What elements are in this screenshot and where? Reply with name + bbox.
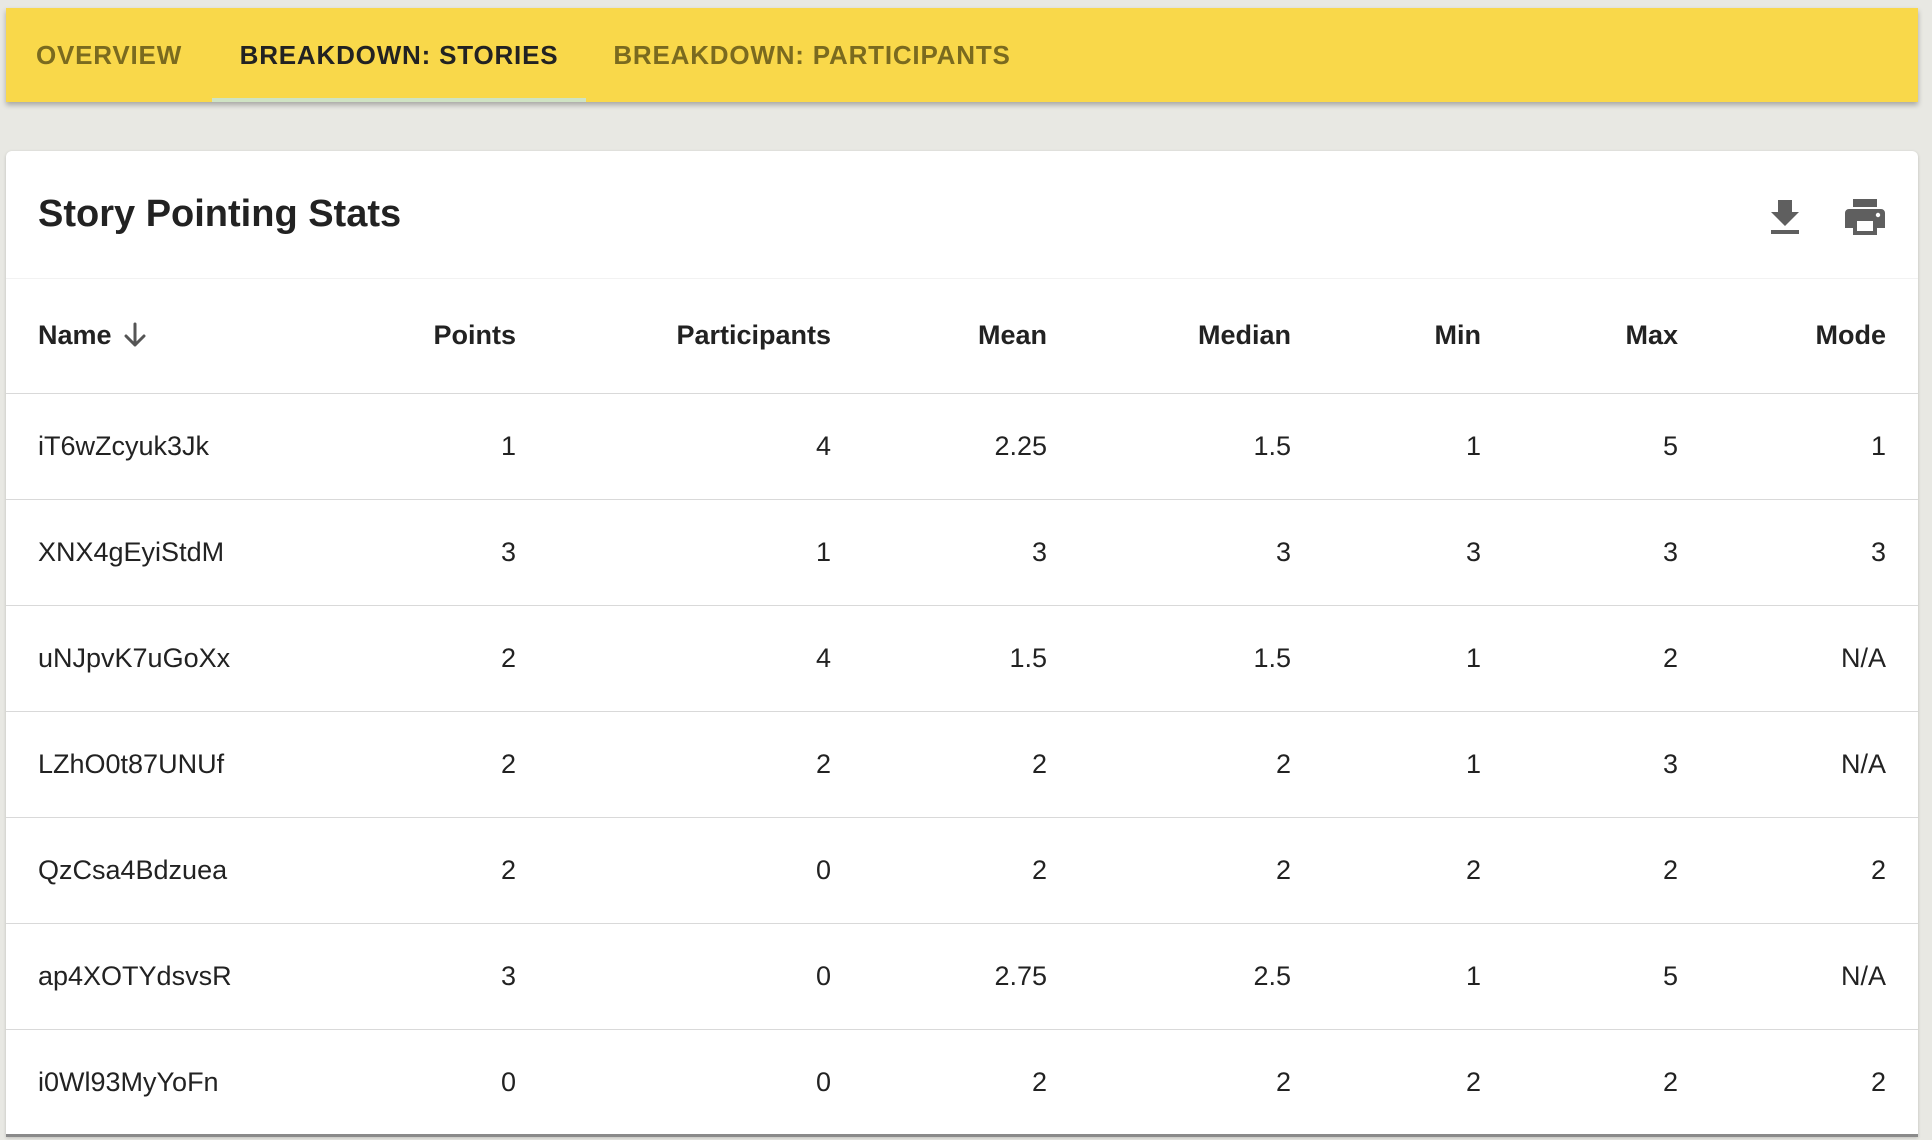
cell-max: 2: [1481, 817, 1678, 924]
cell-name: i0Wl93MyYoFn: [38, 1066, 219, 1097]
cell-points: 2: [266, 605, 516, 712]
cell-mean: 2: [831, 711, 1047, 818]
cell-mode: 3: [1678, 499, 1918, 606]
cell-points: 2: [266, 817, 516, 924]
cell-max: 5: [1481, 923, 1678, 1030]
cell-points: 2: [266, 711, 516, 818]
card-header: Story Pointing Stats: [6, 151, 1918, 279]
cell-max: 2: [1481, 605, 1678, 712]
cell-mean: 3: [831, 499, 1047, 606]
cell-min: 2: [1465, 1066, 1481, 1097]
print-icon: [1845, 199, 1885, 235]
cell-mode: 2: [1870, 1066, 1886, 1097]
cell-min: 1: [1291, 923, 1481, 1030]
table-row: QzCsa4Bdzuea 2 0 2 2 2 2 2: [6, 817, 1918, 924]
cell-mean: 2.75: [831, 923, 1047, 1030]
print-button[interactable]: [1843, 195, 1887, 239]
cell-median: 1.5: [1047, 393, 1291, 500]
cell-mean: 2: [1031, 1066, 1047, 1097]
tab-bar: OVERVIEW BREAKDOWN: STORIES BREAKDOWN: P…: [6, 8, 1918, 102]
cell-mean: 2: [831, 817, 1047, 924]
cell-max: 2: [1662, 1066, 1678, 1097]
cell-points: 0: [500, 1066, 516, 1097]
cell-mode: N/A: [1678, 923, 1918, 1030]
cell-mode: 2: [1678, 817, 1918, 924]
column-header-median[interactable]: Median: [1047, 279, 1291, 394]
arrow-down-icon: [124, 322, 146, 347]
cell-points: 1: [266, 393, 516, 500]
column-header-label: Name: [38, 320, 112, 351]
cell-mode: N/A: [1678, 605, 1918, 712]
table-header-row: Name Points Participants Mean Median Min…: [6, 279, 1918, 394]
cell-name: ap4XOTYdsvsR: [6, 923, 266, 1030]
cell-points: 3: [266, 923, 516, 1030]
table-row: uNJpvK7uGoXx 2 4 1.5 1.5 1 2 N/A: [6, 605, 1918, 712]
table-row: iT6wZcyuk3Jk 1 4 2.25 1.5 1 5 1: [6, 393, 1918, 500]
cell-min: 2: [1291, 817, 1481, 924]
download-icon: [1771, 200, 1799, 234]
cell-participants: 4: [516, 393, 831, 500]
table-row: LZhO0t87UNUf 2 2 2 2 1 3 N/A: [6, 711, 1918, 818]
cell-points: 3: [266, 499, 516, 606]
column-header-mean[interactable]: Mean: [831, 279, 1047, 394]
download-button[interactable]: [1763, 195, 1807, 239]
table-row: i0Wl93MyYoFn 0 0 2 2 2 2 2: [6, 1029, 1918, 1135]
cell-min: 1: [1291, 393, 1481, 500]
cell-participants: 0: [815, 1066, 831, 1097]
cell-min: 1: [1291, 605, 1481, 712]
cell-max: 3: [1481, 711, 1678, 818]
cell-median: 2: [1047, 817, 1291, 924]
column-header-points[interactable]: Points: [266, 279, 516, 394]
cell-participants: 0: [516, 923, 831, 1030]
column-header-name[interactable]: Name: [6, 279, 266, 394]
story-stats-table: Name Points Participants Mean Median Min…: [6, 279, 1918, 1135]
cell-mean: 2.25: [831, 393, 1047, 500]
tab-breakdown-participants[interactable]: BREAKDOWN: PARTICIPANTS: [586, 8, 1038, 102]
cell-mode: N/A: [1678, 711, 1918, 818]
column-header-participants[interactable]: Participants: [516, 279, 831, 394]
cell-participants: 1: [516, 499, 831, 606]
cell-mean: 1.5: [831, 605, 1047, 712]
cell-max: 3: [1481, 499, 1678, 606]
column-header-min[interactable]: Min: [1291, 279, 1481, 394]
table-row: XNX4gEyiStdM 3 1 3 3 3 3 3: [6, 499, 1918, 606]
tab-breakdown-stories[interactable]: BREAKDOWN: STORIES: [212, 8, 586, 102]
tab-overview[interactable]: OVERVIEW: [6, 8, 212, 102]
stats-card: Story Pointing Stats Name Points Partici…: [6, 151, 1918, 1137]
cell-participants: 2: [516, 711, 831, 818]
cell-median: 3: [1047, 499, 1291, 606]
cell-name: QzCsa4Bdzuea: [6, 817, 266, 924]
cell-median: 2: [1047, 711, 1291, 818]
cell-participants: 0: [516, 817, 831, 924]
cell-median: 2.5: [1047, 923, 1291, 1030]
cell-min: 1: [1291, 711, 1481, 818]
cell-participants: 4: [516, 605, 831, 712]
cell-min: 3: [1291, 499, 1481, 606]
cell-max: 5: [1481, 393, 1678, 500]
cell-name: uNJpvK7uGoXx: [6, 605, 266, 712]
column-header-mode[interactable]: Mode: [1678, 279, 1918, 394]
cell-name: LZhO0t87UNUf: [6, 711, 266, 818]
cell-mode: 1: [1678, 393, 1918, 500]
cell-name: iT6wZcyuk3Jk: [6, 393, 266, 500]
column-header-max[interactable]: Max: [1481, 279, 1678, 394]
cell-median: 1.5: [1047, 605, 1291, 712]
cell-median: 2: [1275, 1066, 1291, 1097]
cell-name: XNX4gEyiStdM: [6, 499, 266, 606]
card-title: Story Pointing Stats: [38, 193, 402, 235]
table-row: ap4XOTYdsvsR 3 0 2.75 2.5 1 5 N/A: [6, 923, 1918, 1030]
